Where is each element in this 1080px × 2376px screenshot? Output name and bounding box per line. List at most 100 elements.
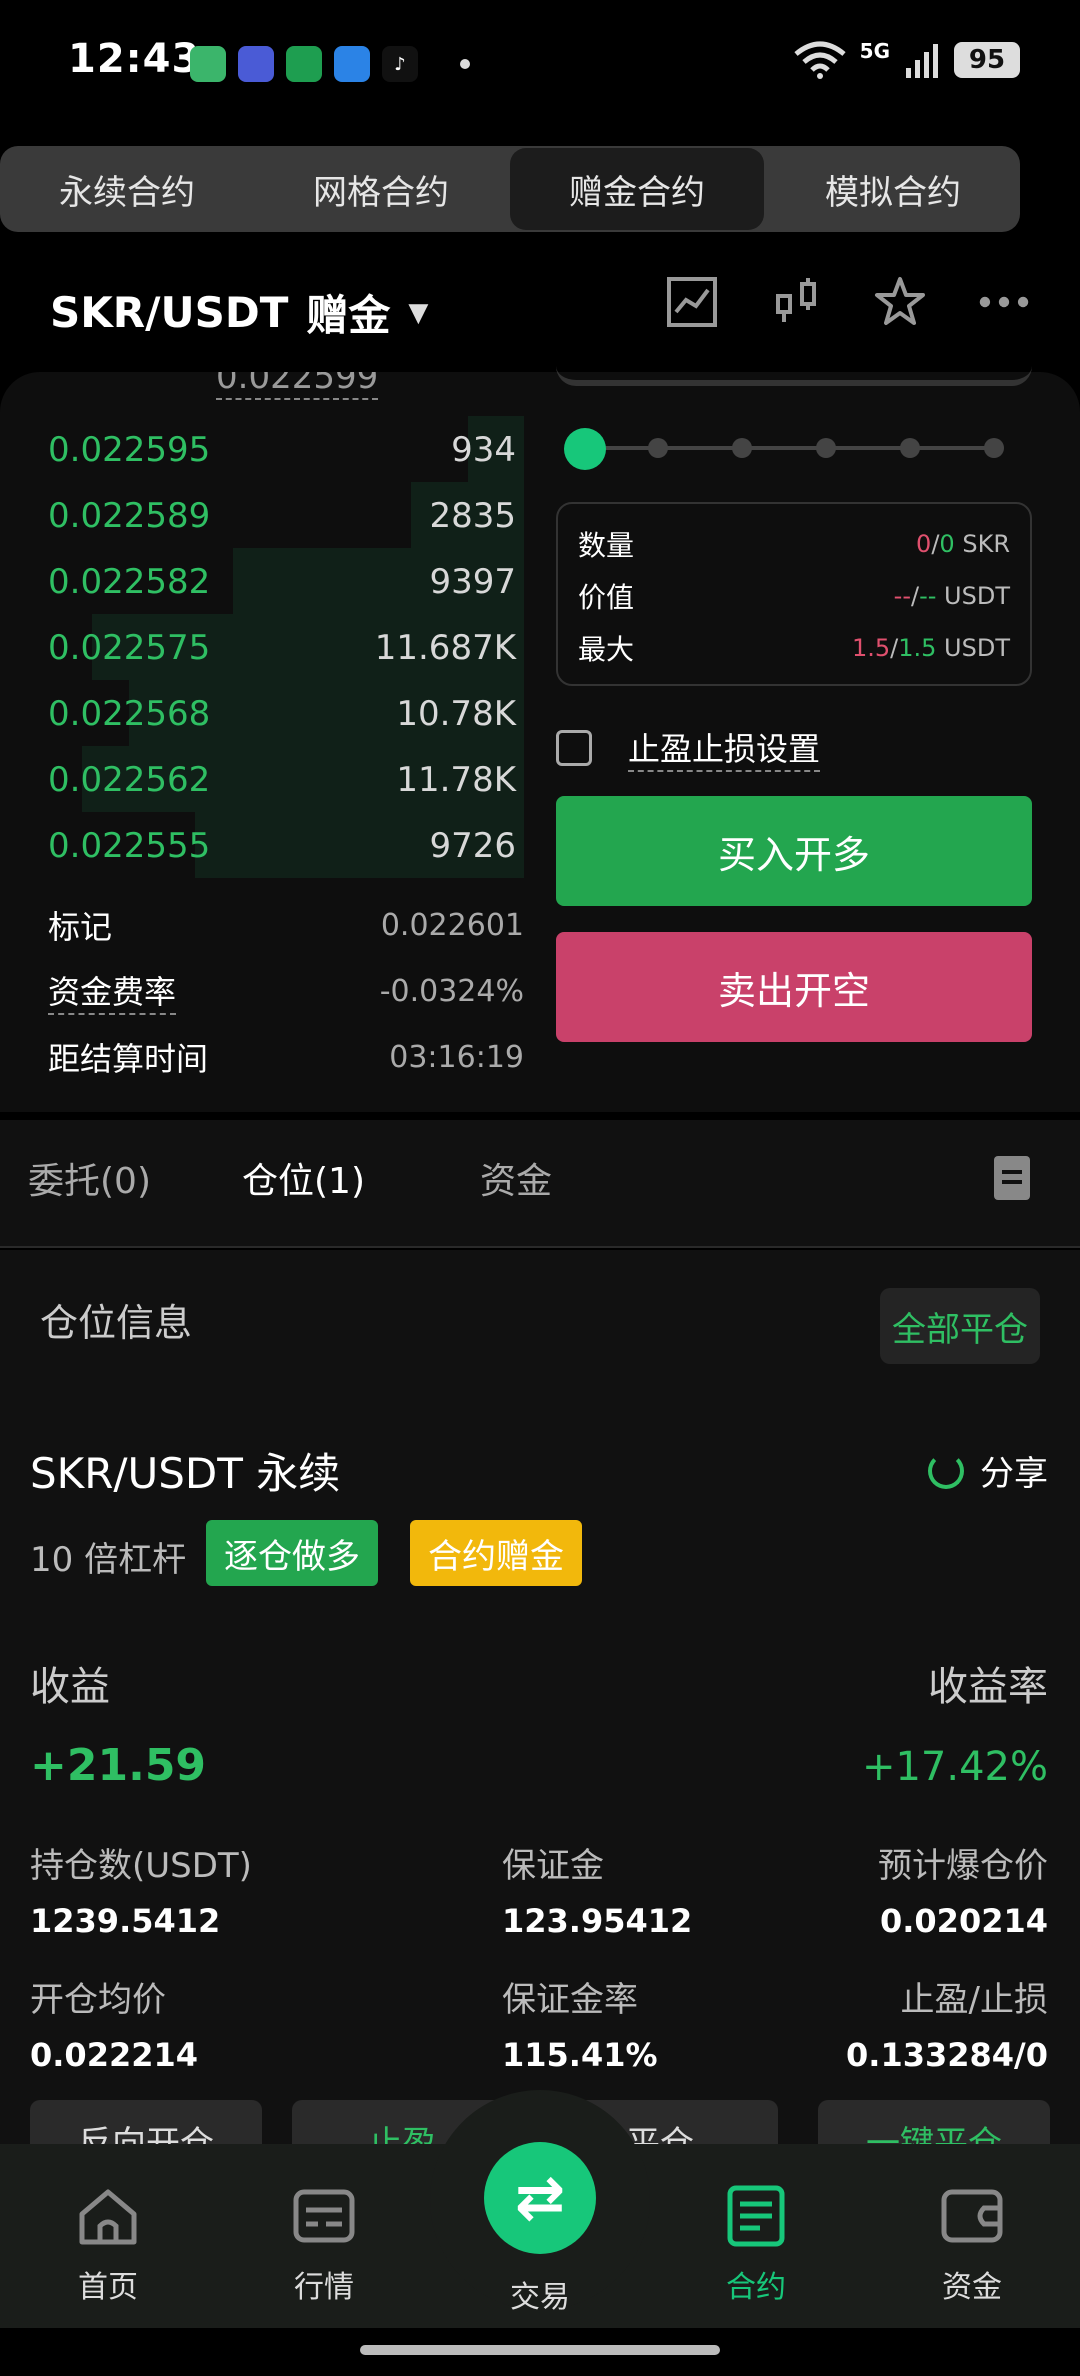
share-label: 分享 [980,1454,1048,1494]
tab-grid[interactable]: 网格合约 [254,146,508,232]
nav-label: 合约 [726,2270,786,2305]
status-time: 12:43 [68,36,201,82]
orderbook-qty: 2835 [429,496,516,536]
orderbook-row[interactable]: 0.022562 11.78K [0,746,530,812]
network-type: 5G [859,39,890,63]
nav-trade-label[interactable]: 交易 [490,2272,590,2316]
tpsl-checkbox[interactable] [556,730,592,766]
orderbook-row[interactable]: 0.022595 934 [0,416,530,482]
market-icon [293,2189,355,2243]
position-tabs: 委托(0) 仓位(1) 资金 [0,1120,1080,1248]
status-bar: 12:43 ♪ 5G 95 [0,0,1080,130]
orderbook-price: 0.022582 [48,562,211,602]
size-label: 持仓数(USDT) [30,1846,252,1886]
battery-level: 95 [954,42,1020,78]
funding-rate-value: -0.0324% [379,973,524,1009]
star-icon[interactable] [874,276,926,328]
nav-label: 资金 [942,2270,1002,2305]
status-right: 5G 95 [794,39,1020,80]
pair-header: SKR/USDT 赠金 ▼ [0,262,1080,352]
orderbook-row[interactable]: 0.022575 11.687K [0,614,530,680]
candlestick-icon[interactable] [770,276,822,328]
max-value: 1.5/1.5 USDT [851,634,1010,662]
max-label: 最大 [578,633,635,666]
app-notification-icon [190,46,226,82]
tpsl-summary-value: 0.133284/0 [846,2036,1048,2074]
orderbook-price: 0.022568 [48,694,211,734]
slider-step[interactable] [984,438,1004,458]
nav-home[interactable]: 首页 [0,2144,216,2328]
slider-step[interactable] [900,438,920,458]
margin-rate-label: 保证金率 [502,1980,638,2020]
input-field-edge [556,366,1032,386]
funding-rate-row: 资金费率 -0.0324% [48,958,524,1024]
tab-bonus[interactable]: 赠金合约 [510,148,764,230]
orderbook-price: 0.022589 [48,496,211,536]
tiktok-icon: ♪ [382,46,418,82]
quantity-row: 数量 0/0 SKR [578,518,1010,570]
tab-perpetual[interactable]: 永续合约 [0,146,254,232]
notification-icons: ♪ [190,46,470,82]
orderbook: 0.022595 934 0.022589 2835 0.022582 9397 0.022… [0,416,530,878]
orderbook-row[interactable]: 0.022589 2835 [0,482,530,548]
tab-positions[interactable]: 仓位(1) [242,1152,365,1204]
leverage-label: 10 倍杠杆 [30,1540,187,1580]
orderbook-top-price[interactable]: 0.022599 [216,372,379,400]
entry-price-value: 0.022214 [30,2036,199,2074]
nav-market[interactable]: 行情 [216,2144,432,2328]
chart-icon[interactable] [666,276,718,328]
margin-label: 保证金 [502,1846,604,1886]
close-all-button[interactable]: 全部平仓 [880,1288,1040,1364]
wifi-icon [794,41,846,79]
order-summary: 数量 0/0 SKR 价值 --/-- USDT 最大 1.5/1.5 USDT [556,502,1032,686]
home-indicator[interactable] [360,2345,720,2355]
signal-icon [906,44,938,78]
pnl-label: 收益 [30,1664,110,1710]
orderbook-qty: 11.78K [396,760,516,800]
mark-price-row: 标记 0.022601 [48,892,524,958]
pnl-rate-label: 收益率 [928,1664,1048,1710]
home-icon [79,2189,137,2245]
slider-step[interactable] [816,438,836,458]
settlement-time-value: 03:16:19 [389,1039,524,1075]
funding-rate-label[interactable]: 资金费率 [48,967,177,1015]
slider-step[interactable] [732,438,752,458]
buy-long-button[interactable]: 买入开多 [556,796,1032,906]
pair-selector[interactable]: SKR/USDT 赠金 ▼ [50,282,428,343]
slider-knob[interactable] [564,428,606,470]
share-button[interactable]: 分享 [928,1446,1048,1495]
orderbook-qty: 9397 [429,562,516,602]
orderbook-price: 0.022555 [48,826,211,866]
liq-price-value: 0.020214 [879,1902,1048,1940]
orderbook-row[interactable]: 0.022555 9726 [0,812,530,878]
app-notification-icon [286,46,322,82]
trade-swap-icon[interactable]: ⇄ [484,2142,596,2254]
margin-rate-value: 115.41% [502,2036,658,2074]
orderbook-price: 0.022595 [48,430,211,470]
tpsl-label[interactable]: 止盈止损设置 [628,724,821,772]
tpsl-setting[interactable]: 止盈止损设置 [556,724,821,772]
tab-assets[interactable]: 资金 [480,1152,552,1204]
orderbook-row[interactable]: 0.022568 10.78K [0,680,530,746]
value-value: --/-- USDT [893,582,1010,610]
orderbook-price: 0.022575 [48,628,211,668]
tab-demo[interactable]: 模拟合约 [766,146,1020,232]
amount-slider[interactable] [564,428,1004,470]
nav-label: 首页 [78,2270,138,2305]
market-info: 标记 0.022601 资金费率 -0.0324% 距结算时间 03:16:19 [48,892,524,1090]
mark-price-label: 标记 [48,908,113,946]
pair-mode: 赠金 [306,291,391,340]
value-row: 价值 --/-- USDT [578,570,1010,622]
orderbook-row[interactable]: 0.022582 9397 [0,548,530,614]
more-icon[interactable] [978,276,1030,328]
nav-assets[interactable]: 资金 [864,2144,1080,2328]
caret-down-icon: ▼ [408,297,429,328]
orderbook-qty: 10.78K [396,694,516,734]
slider-step[interactable] [648,438,668,458]
document-icon[interactable] [994,1156,1030,1200]
contract-type-tabs: 永续合约 网格合约 赠金合约 模拟合约 [0,146,1020,232]
tab-orders[interactable]: 委托(0) [28,1152,151,1204]
nav-contract[interactable]: 合约 [648,2144,864,2328]
max-row: 最大 1.5/1.5 USDT [578,622,1010,674]
sell-short-button[interactable]: 卖出开空 [556,932,1032,1042]
